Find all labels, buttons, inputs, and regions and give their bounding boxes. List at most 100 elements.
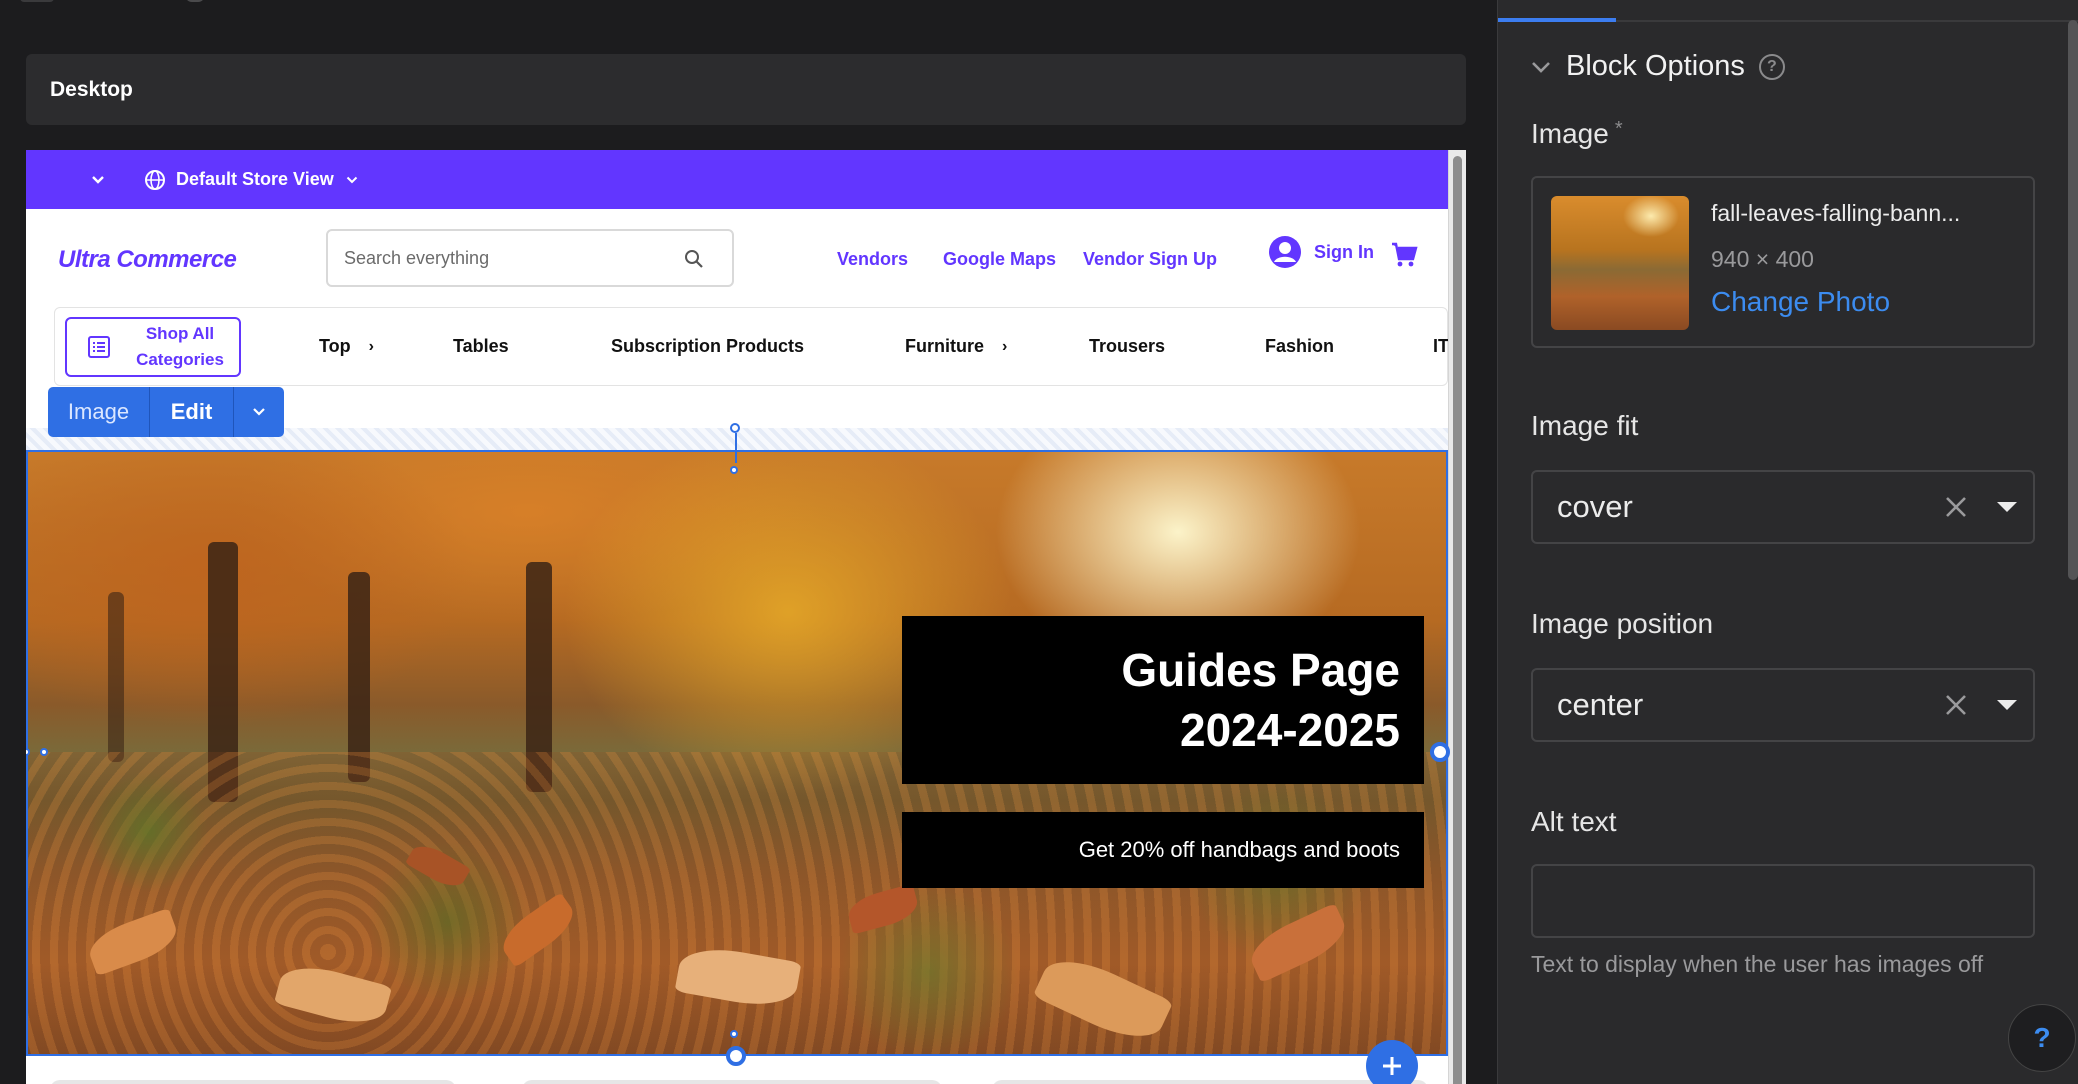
help-button[interactable]: ?: [2008, 1004, 2076, 1072]
tree-trunk: [108, 592, 124, 762]
user-avatar-icon: [1268, 235, 1302, 269]
cart-icon[interactable]: [1390, 241, 1418, 269]
edit-block-button[interactable]: Edit: [150, 387, 234, 437]
image-block-toolbar: Image Edit: [48, 387, 284, 437]
editor-area: Desktop Default Store View Ultra Commerc…: [0, 0, 1497, 1084]
chevron-right-icon: ›: [1002, 337, 1008, 355]
search-input[interactable]: [344, 247, 664, 269]
left-padding-handle[interactable]: [40, 748, 48, 756]
clear-icon[interactable]: [1941, 492, 1971, 522]
image-position-select[interactable]: center: [1531, 668, 2035, 742]
clear-icon[interactable]: [1941, 690, 1971, 720]
alt-text-input[interactable]: [1531, 864, 2035, 938]
chevron-right-icon: ›: [368, 337, 374, 355]
category-label: Fashion: [1265, 336, 1335, 356]
category-label: Top: [319, 336, 351, 356]
image-label-text: Image: [1531, 118, 1609, 149]
menu-icon[interactable]: [20, 0, 54, 2]
globe-icon: [144, 169, 166, 191]
hero-headline-line2: 2024-2025: [1180, 704, 1400, 756]
top-toolbar-edge: [0, 0, 1497, 6]
store-logo[interactable]: Ultra Commerce: [58, 246, 237, 274]
card-placeholder: [522, 1080, 942, 1084]
hero-promo-box: Get 20% off handbags and boots: [902, 812, 1424, 888]
block-options-header[interactable]: Block Options ?: [1528, 50, 1785, 83]
required-asterisk: *: [1614, 118, 1623, 140]
shop-all-label: Shop All Categories: [136, 324, 224, 369]
section-title: Block Options: [1566, 50, 1745, 82]
hero-headline-box: Guides Page 2024-2025: [902, 616, 1424, 784]
bottom-padding-handle[interactable]: [730, 1030, 738, 1038]
device-selector[interactable]: Desktop: [26, 54, 1466, 125]
image-fit-value: cover: [1557, 489, 1633, 524]
store-view-bar: Default Store View: [26, 150, 1448, 209]
image-thumbnail: [1551, 196, 1689, 330]
category-item-trousers[interactable]: Trousers: [1089, 336, 1165, 357]
tree-trunk: [348, 572, 370, 782]
store-view-selector[interactable]: Default Store View: [176, 169, 334, 190]
device-label: Desktop: [50, 77, 133, 101]
change-photo-link[interactable]: Change Photo: [1711, 286, 1890, 318]
plus-icon: [1383, 1057, 1401, 1075]
block-type-label[interactable]: Image: [48, 387, 150, 437]
shop-all-categories-button[interactable]: Shop All Categories: [65, 317, 241, 377]
image-fit-select[interactable]: cover: [1531, 470, 2035, 544]
chevron-down-icon[interactable]: [86, 168, 110, 192]
hero-headline-line1: Guides Page: [1121, 644, 1400, 696]
category-label: Trousers: [1089, 336, 1166, 356]
alt-text-hint: Text to display when the user has images…: [1531, 951, 1984, 977]
chevron-down-icon: [1532, 61, 1550, 73]
image-filename: fall-leaves-falling-bann...: [1711, 200, 1961, 226]
leaf-ground: [28, 752, 1446, 1054]
category-item-subscription-products[interactable]: Subscription Products: [611, 336, 804, 357]
block-menu-button[interactable]: [234, 387, 284, 437]
nav-link-google-maps[interactable]: Google Maps: [943, 249, 1056, 270]
search-box: [326, 229, 734, 287]
chevron-down-icon: [253, 408, 265, 416]
add-block-button[interactable]: [1366, 1040, 1418, 1084]
card-placeholder: [50, 1080, 456, 1084]
category-item-tables[interactable]: Tables: [453, 336, 509, 357]
bottom-resize-handle[interactable]: [726, 1046, 746, 1066]
help-circle-icon[interactable]: ?: [1758, 53, 1785, 80]
nav-link-vendor-sign-up[interactable]: Vendor Sign Up: [1083, 249, 1217, 270]
category-item-fashion[interactable]: Fashion: [1265, 336, 1334, 357]
panel-tabs: [1498, 18, 2078, 22]
sign-in-link[interactable]: Sign In: [1256, 235, 1374, 269]
right-resize-handle[interactable]: [1430, 742, 1450, 762]
category-item-furniture[interactable]: Furniture ›: [905, 336, 1007, 357]
canvas-scrollbar[interactable]: [1448, 150, 1466, 1084]
site-header: Ultra Commerce Vendors Google Maps Vendo…: [26, 209, 1448, 307]
search-icon[interactable]: [684, 249, 704, 269]
chevron-down-icon[interactable]: [342, 170, 362, 190]
nav-link-vendors[interactable]: Vendors: [837, 249, 908, 270]
panel-scrollbar[interactable]: [2068, 20, 2078, 580]
category-label: Tables: [453, 336, 509, 356]
image-field-label: Image *: [1531, 118, 1623, 150]
image-picker-card: fall-leaves-falling-bann... 940 × 400 Ch…: [1531, 176, 2035, 348]
resize-guide-line: [735, 433, 737, 463]
category-item-top[interactable]: Top ›: [319, 336, 374, 357]
block-options-panel: Block Options ? Image * fall-leaves-falli…: [1497, 0, 2078, 1084]
alt-text-label: Alt text: [1531, 806, 1617, 837]
image-position-label: Image position: [1531, 608, 1714, 639]
category-nav: Shop All Categories Top › Tables Subscrip…: [54, 307, 1466, 386]
card-placeholder: [992, 1080, 1428, 1084]
image-fit-label: Image fit: [1531, 410, 1639, 441]
dropdown-caret-icon[interactable]: [1997, 700, 2017, 710]
dropdown-caret-icon[interactable]: [1997, 502, 2017, 512]
category-label: IT: [1433, 336, 1449, 356]
category-label: Subscription Products: [611, 336, 805, 356]
preview-canvas: Default Store View Ultra Commerce Vendor…: [26, 150, 1466, 1084]
image-dimensions: 940 × 400: [1711, 246, 1814, 272]
top-resize-handle[interactable]: [730, 423, 740, 433]
image-position-value: center: [1557, 687, 1644, 722]
list-icon: [87, 335, 111, 359]
top-padding-handle[interactable]: [730, 466, 738, 474]
hero-promo-text: Get 20% off handbags and boots: [1078, 837, 1400, 862]
sign-in-label: Sign In: [1314, 241, 1374, 262]
scrollbar-thumb[interactable]: [1453, 156, 1462, 1084]
category-label: Furniture: [905, 336, 984, 356]
active-tab-indicator[interactable]: [1498, 18, 1616, 22]
history-icon[interactable]: [185, 0, 205, 2]
